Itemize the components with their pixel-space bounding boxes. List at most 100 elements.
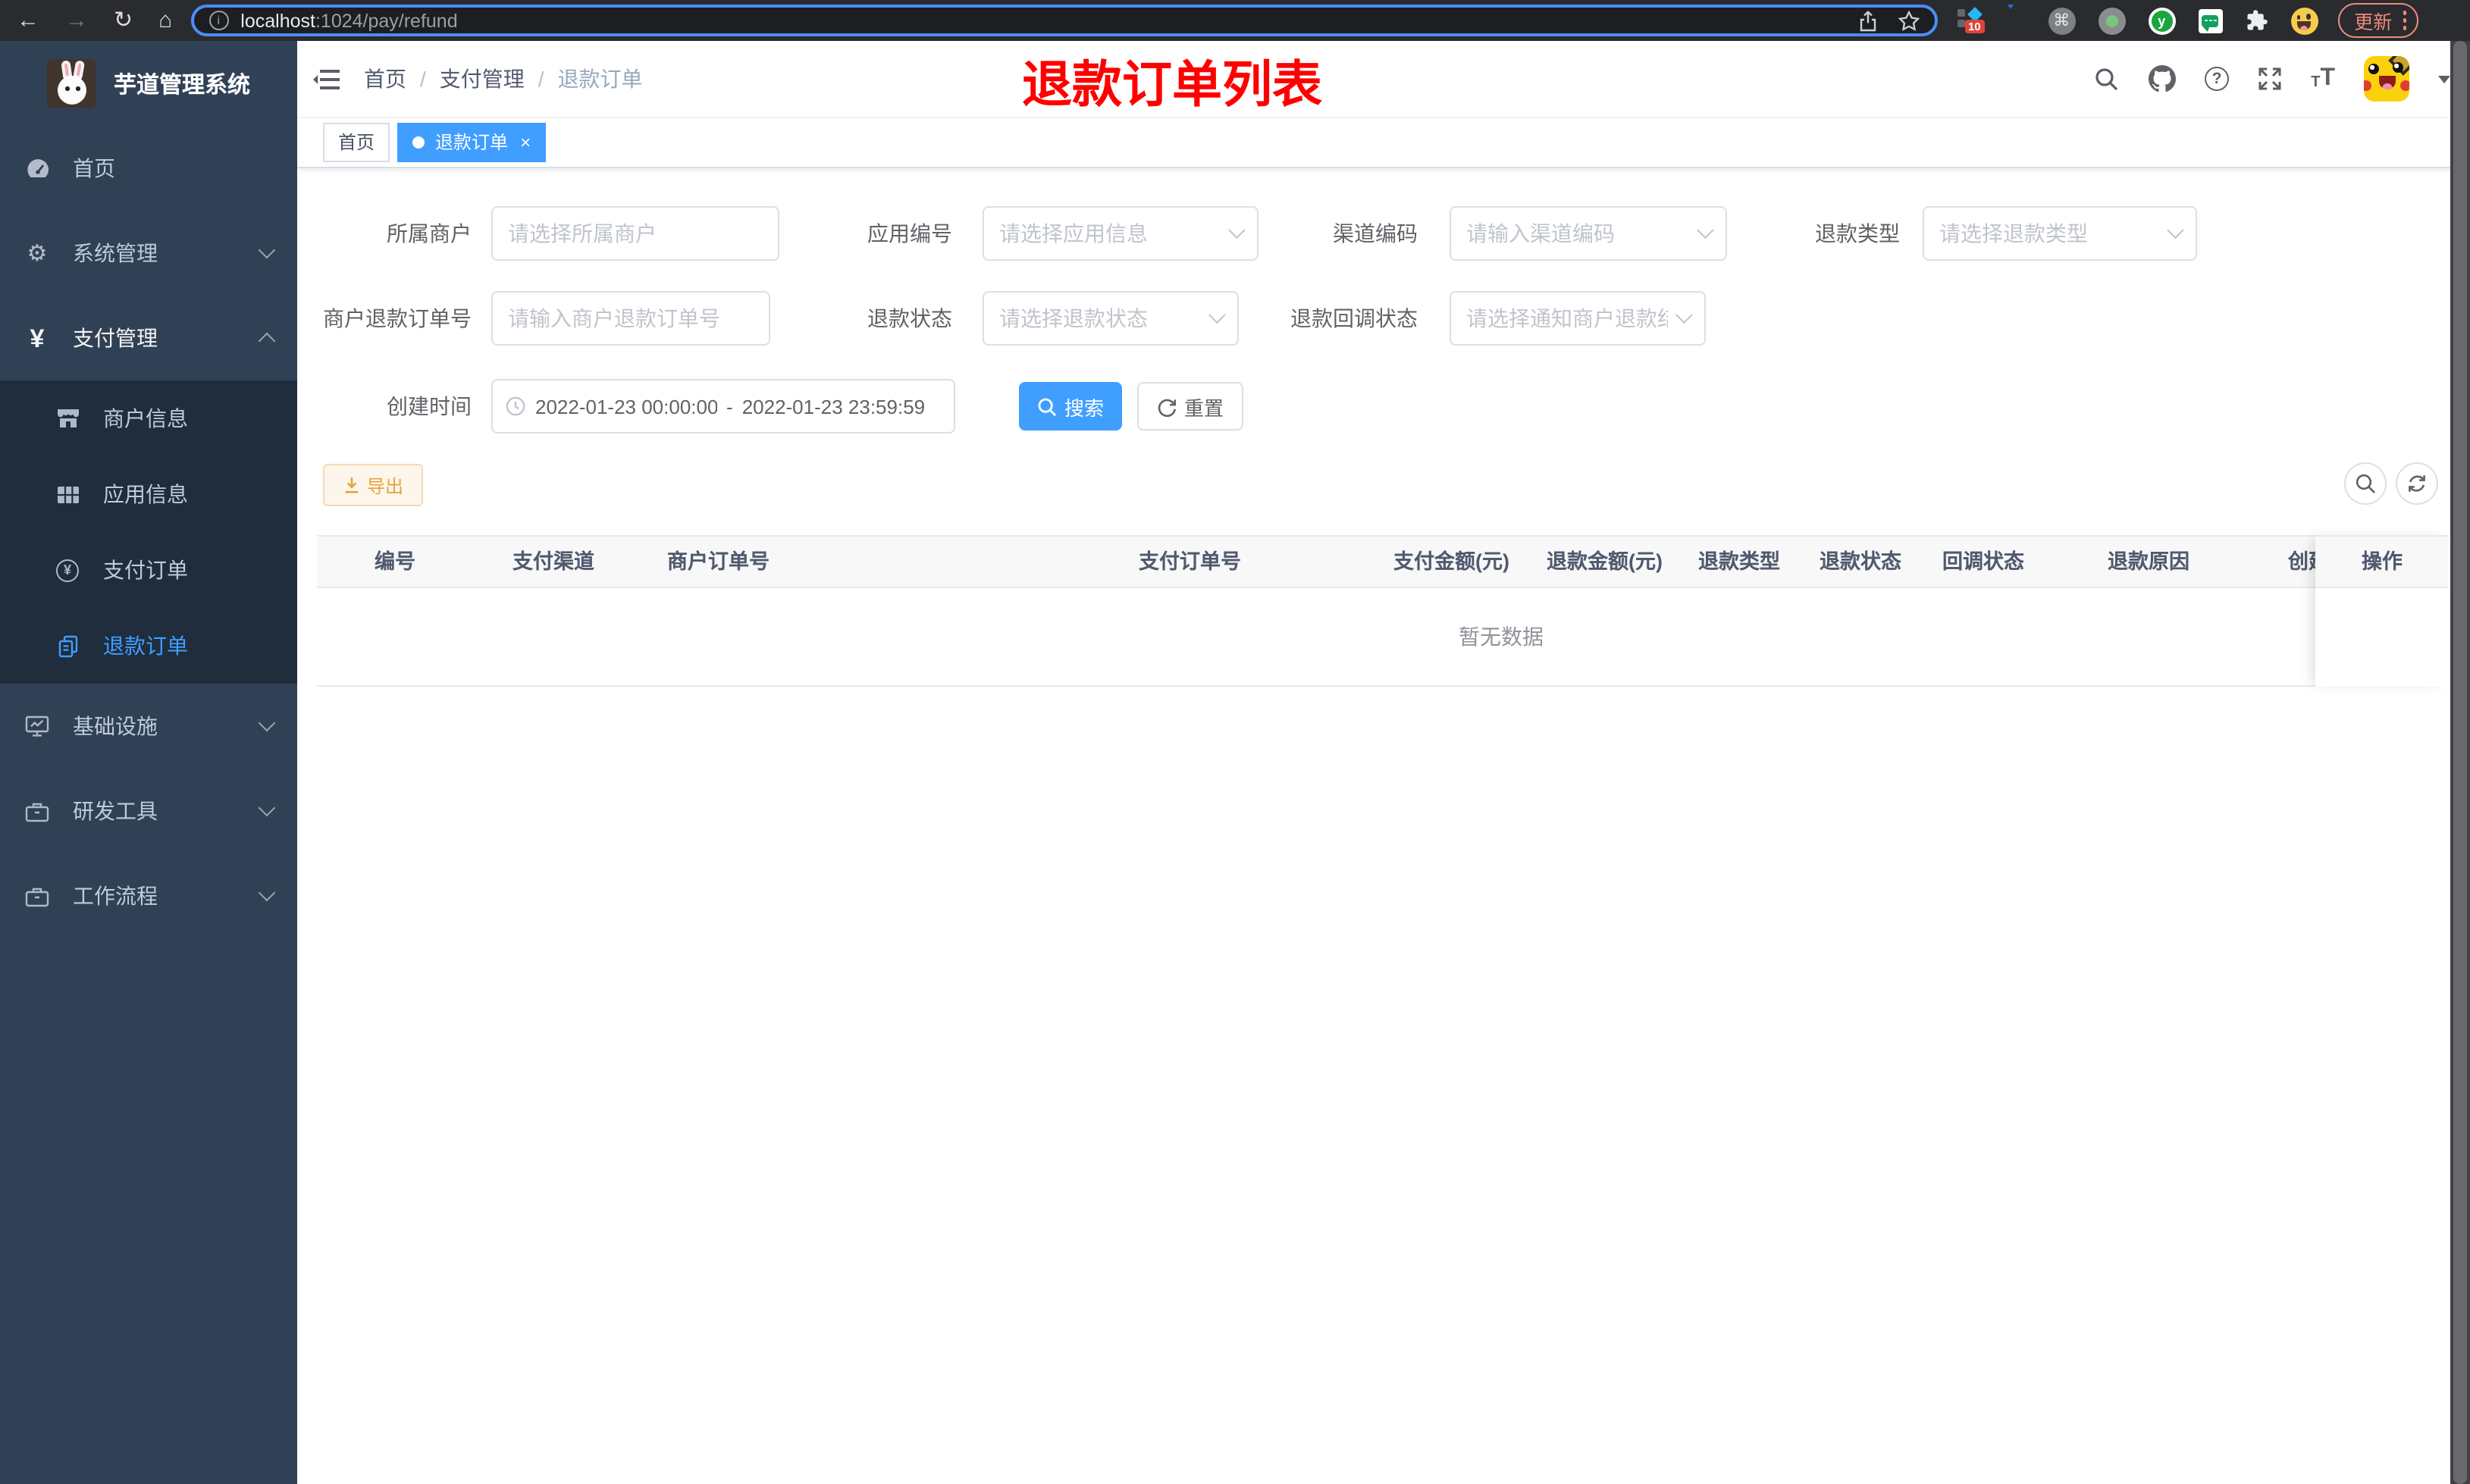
close-icon[interactable]: × [520, 133, 531, 151]
sidebar-item-pay[interactable]: ¥ 支付管理 [0, 296, 297, 380]
sidebar-item-label: 支付管理 [73, 326, 158, 350]
sidebar-item-system[interactable]: ⚙ 系统管理 [0, 211, 297, 296]
url-host: localhost [240, 10, 315, 31]
column-header-pay-channel: 支付渠道 [512, 550, 594, 573]
extension-balloon-icon[interactable] [2007, 5, 2025, 35]
fullscreen-icon[interactable] [2258, 67, 2282, 91]
sidebar-item-label: 应用信息 [103, 482, 188, 506]
browser-back-icon[interactable]: ← [17, 9, 39, 32]
sidebar-item-label: 退款订单 [103, 634, 188, 658]
breadcrumb-separator: / [420, 67, 426, 91]
export-button[interactable]: 导出 [323, 464, 423, 506]
app-select[interactable]: 请选择应用信息 [983, 206, 1259, 261]
sidebar-item-refund-order[interactable]: 退款订单 [0, 608, 297, 684]
app-logo[interactable]: 芋道管理系统 [0, 41, 297, 126]
export-button-label: 导出 [366, 475, 403, 496]
help-icon[interactable]: ? [2205, 67, 2230, 91]
address-bar[interactable]: i localhost:1024/pay/refund [190, 5, 1938, 36]
merchant-select[interactable]: 请选择所属商户 [491, 206, 779, 261]
filter-label-create-time: 创建时间 [387, 394, 472, 418]
column-header-merchant-order-no: 商户订单号 [667, 550, 770, 573]
filter-label-app: 应用编号 [867, 221, 952, 246]
search-button-label: 搜索 [1064, 396, 1104, 419]
browser-reload-icon[interactable]: ↻ [114, 9, 133, 32]
chevron-down-icon [258, 799, 276, 817]
bookmark-star-icon[interactable] [1898, 10, 1920, 31]
merchant-refund-no-input[interactable]: 请输入商户退款订单号 [491, 291, 770, 346]
github-icon[interactable] [2149, 65, 2177, 92]
browser-home-icon[interactable]: ⌂ [158, 9, 172, 32]
extension-command-icon[interactable]: ⌘ [2048, 7, 2076, 34]
gear-icon: ⚙ [27, 240, 48, 266]
extension-green-dot-icon[interactable] [2098, 7, 2126, 34]
refund-type-select[interactable]: 请选择退款类型 [1923, 206, 2197, 261]
column-header-actions: 操作 [2315, 535, 2449, 588]
placeholder: 请输入商户退款订单号 [508, 306, 720, 330]
toggle-search-button[interactable] [2344, 462, 2387, 505]
clock-icon [505, 396, 526, 417]
grid-table-icon [55, 484, 80, 504]
browser-forward-icon[interactable]: → [65, 9, 88, 32]
yen-icon: ¥ [30, 324, 45, 352]
refund-table: 编号 支付渠道 商户订单号 支付订单号 支付金额(元) 退款金额(元) 退款类型… [317, 535, 2449, 687]
column-header-id: 编号 [375, 550, 415, 573]
font-size-icon[interactable]: TT [2311, 66, 2335, 91]
date-range-picker[interactable]: 2022-01-23 00:00:00 - 2022-01-23 23:59:5… [491, 379, 955, 434]
extensions-puzzle-icon[interactable] [2245, 9, 2268, 32]
placeholder: 请输入渠道编码 [1466, 221, 1615, 246]
browser-extensions: 10 ⌘ y [1957, 5, 2318, 35]
filter-label-channel: 渠道编码 [1333, 221, 1418, 246]
placeholder: 请选择所属商户 [508, 221, 657, 246]
filter-label-refund-type: 退款类型 [1815, 221, 1900, 246]
refresh-table-button[interactable] [2396, 462, 2438, 505]
share-icon[interactable] [1858, 10, 1876, 31]
browser-toolbar: ← → ↻ ⌂ i localhost:1024/pay/refund 10 ⌘… [0, 0, 2470, 41]
sidebar-item-infra[interactable]: 基础设施 [0, 684, 297, 769]
document-copy-icon [55, 634, 80, 657]
extension-chat-icon[interactable] [2198, 8, 2223, 33]
breadcrumb-pay[interactable]: 支付管理 [440, 64, 525, 94]
chevron-down-icon [1675, 306, 1693, 324]
extension-y-icon[interactable]: y [2148, 7, 2176, 34]
filter-label-merchant: 所属商户 [387, 221, 472, 246]
site-info-icon[interactable]: i [208, 11, 229, 30]
sidebar-item-dev-tools[interactable]: 研发工具 [0, 769, 297, 853]
briefcase-icon [24, 800, 50, 822]
tab-refund-order[interactable]: 退款订单 × [397, 122, 547, 161]
monitor-chart-icon [24, 714, 50, 738]
sidebar-collapse-icon[interactable] [297, 41, 352, 117]
main-content: 所属商户 请选择所属商户 应用编号 请选择应用信息 渠道编码 请输入渠道编码 退… [297, 168, 2470, 1484]
briefcase-icon [24, 884, 50, 907]
active-dot [412, 136, 425, 148]
table-header: 编号 支付渠道 商户订单号 支付订单号 支付金额(元) 退款金额(元) 退款类型… [317, 535, 2449, 588]
browser-menu-icon[interactable] [2403, 11, 2407, 30]
chevron-down-icon [258, 241, 276, 259]
page-scrollbar[interactable] [2450, 41, 2470, 1484]
reset-button[interactable]: 重置 [1137, 382, 1243, 430]
filter-label-refund-status: 退款状态 [867, 306, 952, 330]
scrollbar-thumb[interactable] [2453, 41, 2467, 1484]
sidebar-item-merchant-info[interactable]: 商户信息 [0, 380, 297, 456]
avatar-caret-icon[interactable] [2438, 75, 2450, 83]
search-icon[interactable] [2094, 66, 2120, 92]
notify-status-select[interactable]: 请选择通知商户退款结果 [1450, 291, 1706, 346]
sidebar-item-home[interactable]: 首页 [0, 126, 297, 211]
chevron-down-icon [1208, 306, 1226, 324]
profile-emoji-avatar[interactable] [2290, 7, 2318, 34]
tab-label: 退款订单 [435, 132, 509, 153]
date-end-value[interactable]: 2022-01-23 23:59:59 [742, 395, 942, 418]
sidebar-item-pay-order[interactable]: ¥ 支付订单 [0, 532, 297, 608]
sidebar-item-app-info[interactable]: 应用信息 [0, 456, 297, 532]
channel-select[interactable]: 请输入渠道编码 [1450, 206, 1727, 261]
tab-home[interactable]: 首页 [323, 122, 390, 161]
breadcrumb-refund: 退款订单 [557, 67, 643, 91]
browser-update-button[interactable]: 更新 [2337, 3, 2419, 38]
search-button[interactable]: 搜索 [1019, 382, 1122, 430]
user-avatar[interactable] [2364, 56, 2409, 102]
sidebar-item-workflow[interactable]: 工作流程 [0, 853, 297, 938]
breadcrumb-home[interactable]: 首页 [364, 64, 406, 94]
date-start-value[interactable]: 2022-01-23 00:00:00 [535, 395, 717, 418]
navbar-actions: ? TT [2094, 41, 2450, 117]
refund-status-select[interactable]: 请选择退款状态 [983, 291, 1239, 346]
extension-diamond-icon[interactable]: 10 [1957, 7, 1985, 33]
